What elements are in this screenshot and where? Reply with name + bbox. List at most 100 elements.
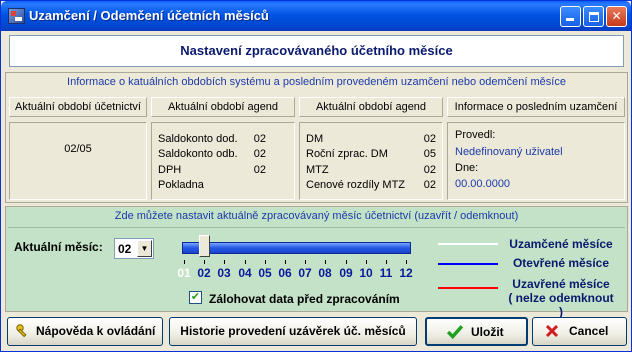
month-number: 02 (197, 266, 211, 280)
month-tick (346, 260, 347, 264)
agenda-label: Saldokonto odb. (158, 148, 238, 160)
agenda-row: Saldokonto dod. 02 (158, 132, 288, 146)
save-button[interactable]: Uložit (425, 317, 528, 346)
current-month-label: Aktuální měsíc: (14, 240, 103, 254)
month-tick (204, 260, 205, 264)
legend-open-line (438, 263, 498, 265)
agendas-period-header-1: Aktuální období agend (151, 97, 295, 117)
minimize-button[interactable] (560, 6, 581, 27)
close-icon: ✕ (611, 9, 622, 23)
accounting-period-panel: 02/05 (9, 122, 147, 200)
maximize-icon (589, 12, 599, 22)
agenda-label: Cenové rozdíly MTZ (306, 179, 406, 191)
month-number: 03 (217, 266, 231, 280)
backup-label: Zálohovat data před zpracováním (209, 292, 400, 306)
month-setting-caption: Zde můžete nastavit aktuálně zpracovávan… (114, 210, 519, 222)
month-tick (305, 260, 306, 264)
agenda-row: Cenové rozdíly MTZ 02 (306, 178, 436, 192)
month-number: 07 (298, 266, 312, 280)
month-setting-group: Zde můžete nastavit aktuálně zpracovávan… (5, 206, 628, 319)
agenda-row: DM 02 (306, 132, 436, 146)
legend-locked-line (438, 243, 498, 245)
month-slider-thumb[interactable] (199, 235, 210, 257)
performed-by-label: Provedl: (455, 129, 496, 141)
agenda-value: 02 (253, 133, 266, 145)
month-tick (366, 260, 367, 264)
agenda-label: DM (306, 133, 324, 145)
history-button[interactable]: Historie provedení uzávěrek úč. měsíců (169, 317, 417, 346)
agenda-value: 02 (253, 148, 266, 160)
title-bar[interactable]: Uzamčení / Odemčení účetních měsíců ✕ (1, 1, 631, 31)
month-slider-track[interactable] (182, 242, 411, 254)
legend-open-label: Otevřené měsíce (512, 256, 610, 270)
agendas-period-header-2: Aktuální období agend (299, 97, 443, 117)
month-tick (224, 260, 225, 264)
month-tick (265, 260, 266, 264)
current-month-value: 02 (118, 242, 132, 256)
agenda-label: DPH (158, 164, 182, 176)
backup-checkbox[interactable]: ✔ (189, 291, 202, 304)
agenda-value: 02 (423, 133, 436, 145)
performed-by-value: Nedefinovaný uživatel (455, 146, 563, 158)
agendas-period-panel-2: DM 02 Roční zprac. DM 05 MTZ 02 Cenové rozd… (299, 122, 443, 200)
help-button[interactable]: Nápověda k ovládání (7, 317, 163, 346)
cancel-button-label: Cancel (569, 324, 609, 338)
month-tick (245, 260, 246, 264)
agenda-value: 05 (423, 148, 436, 160)
agenda-value: 02 (423, 179, 436, 191)
info-caption: Informace o katuálních obdobích systému … (67, 76, 566, 88)
month-tick (325, 260, 326, 264)
agenda-value: 02 (423, 164, 436, 176)
agenda-label: Pokladna (158, 179, 204, 191)
legend-closed-sublabel: ( nelze odemknout ) (508, 291, 614, 319)
key-icon (16, 324, 27, 338)
history-button-label: Historie provedení uzávěrek úč. měsíců (180, 324, 406, 338)
agenda-row: Pokladna (158, 178, 288, 192)
checkmark-save-icon (447, 325, 463, 340)
dialog-window: Uzamčení / Odemčení účetních měsíců ✕ Na… (0, 0, 632, 352)
month-number: 01 (177, 266, 191, 280)
accounting-period-header: Aktuální období účetnictví (9, 97, 147, 117)
month-tick (285, 260, 286, 264)
agenda-label: Saldokonto dod. (158, 133, 238, 145)
last-lock-header: Informace o posledním uzamčení (447, 97, 625, 117)
agenda-value: 02 (253, 164, 266, 176)
page-heading: Nastavení zpracovávaného účetního měsíce (9, 35, 624, 67)
legend-closed-label: Uzavřené měsíce (512, 277, 610, 291)
month-number: 10 (359, 266, 373, 280)
month-number: 04 (238, 266, 252, 280)
agenda-row: MTZ 02 (306, 163, 436, 177)
month-tick (406, 260, 407, 264)
month-number: 12 (399, 266, 413, 280)
chevron-down-icon[interactable]: ▼ (137, 240, 152, 257)
agenda-row: Roční zprac. DM 05 (306, 147, 436, 161)
month-number: 06 (278, 266, 292, 280)
agendas-period-panel-1: Saldokonto dod. 02 Saldokonto odb. 02 DPH 0… (151, 122, 295, 200)
current-month-select[interactable]: 02 ▼ (114, 238, 154, 259)
month-number: 08 (318, 266, 332, 280)
close-button[interactable]: ✕ (606, 6, 627, 27)
save-button-label: Uložit (471, 325, 504, 339)
date-label: Dne: (455, 162, 479, 174)
agenda-row: DPH 02 (158, 163, 288, 177)
last-lock-panel: Provedl: Nedefinovaný uživatel Dne: 00.0… (447, 122, 625, 200)
agenda-label: Roční zprac. DM (306, 148, 388, 160)
window-title: Uzamčení / Odemčení účetních měsíců (29, 8, 269, 23)
agenda-label: MTZ (306, 164, 329, 176)
app-icon (8, 8, 25, 24)
info-group: Informace o katuálních obdobích systému … (5, 72, 628, 203)
month-tick (184, 260, 185, 264)
month-number: 09 (339, 266, 353, 280)
cancel-button[interactable]: Cancel (532, 317, 627, 346)
minimize-icon (566, 18, 574, 21)
month-number: 05 (258, 266, 272, 280)
checkmark-icon: ✔ (190, 291, 201, 303)
help-button-label: Nápověda k ovládání (36, 324, 156, 338)
month-number: 11 (379, 266, 393, 280)
legend-locked-label: Uzamčené měsíce (509, 237, 613, 251)
maximize-button[interactable] (583, 6, 604, 27)
legend-closed-line (438, 287, 498, 289)
agenda-row: Saldokonto odb. 02 (158, 147, 288, 161)
month-tick (386, 260, 387, 264)
date-value: 00.00.0000 (455, 178, 511, 190)
